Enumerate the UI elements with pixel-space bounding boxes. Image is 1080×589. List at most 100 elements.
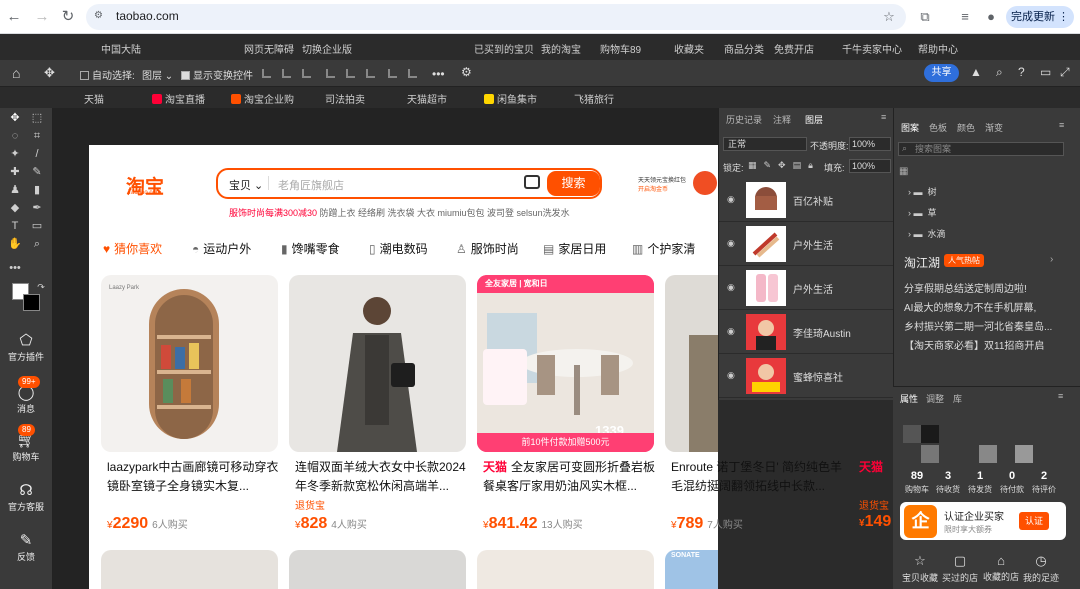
visibility-eye-icon[interactable]: ◉: [727, 238, 735, 249]
hand-tool-icon[interactable]: ✋: [6, 235, 24, 253]
stat-to-pay[interactable]: 0 待付款: [995, 470, 1029, 495]
share-button[interactable]: 共享: [924, 64, 959, 82]
visibility-eye-icon[interactable]: ◉: [727, 194, 735, 205]
favorites-link[interactable]: 收藏夹: [674, 41, 704, 56]
brush-tool-icon[interactable]: ✎: [28, 163, 46, 181]
folder-grass[interactable]: › ▬ 草: [908, 206, 937, 219]
product-image[interactable]: [477, 550, 654, 589]
pattern-search-input[interactable]: 搜索图案: [898, 142, 1064, 156]
cat-tab-fashion[interactable]: ♙ 服饰时尚: [456, 240, 519, 257]
tmall-link[interactable]: 天猫: [84, 91, 104, 106]
show-transform-toggle[interactable]: 显示变换控件: [181, 67, 253, 82]
tab-properties[interactable]: 属性: [900, 392, 918, 405]
enterprise-link[interactable]: 淘宝企业购: [231, 91, 294, 106]
pen-tool-icon[interactable]: ✒: [28, 199, 46, 217]
seller-center-link[interactable]: 千牛卖家中心: [842, 41, 902, 56]
more-tools-icon[interactable]: •••: [6, 259, 24, 277]
panel-menu-icon[interactable]: ≡: [1058, 391, 1063, 401]
live-link[interactable]: 淘宝直播: [152, 91, 205, 106]
visibility-eye-icon[interactable]: ◉: [727, 326, 735, 337]
distribute-h-icon[interactable]: [388, 69, 397, 78]
product-image[interactable]: [101, 550, 278, 589]
auction-link[interactable]: 司法拍卖: [325, 91, 365, 106]
switch-version-link[interactable]: 切换企业版: [302, 41, 352, 56]
more-options-icon[interactable]: •••: [432, 67, 445, 81]
blend-mode-select[interactable]: 正常: [723, 137, 807, 151]
site-settings-icon[interactable]: ⚙: [94, 10, 106, 22]
feedback-item[interactable]: ✎ 反馈: [2, 532, 50, 563]
swap-colors-icon[interactable]: ↷: [32, 278, 50, 296]
hot-words[interactable]: 防蹭上衣 经络刷 洗衣袋 大衣 miumiu包包 波司登 selsun洗发水: [320, 208, 570, 218]
plugins-item[interactable]: ⬠ 官方插件: [2, 332, 50, 363]
tab-color[interactable]: 颜色: [957, 121, 975, 134]
align-bottom-icon[interactable]: [366, 69, 375, 78]
cat-tab-sports[interactable]: ◓ 运动户外: [192, 240, 251, 257]
news-item[interactable]: 【淘天商家必看】双11招商开启: [904, 337, 1044, 352]
lasso-tool-icon[interactable]: ◌: [6, 127, 24, 145]
cart-item[interactable]: 🛒︎ 购物车: [2, 432, 50, 463]
product-title[interactable]: Enroute 诺丁堡冬日' 简约纯色羊毛混纺挺阔翻领拓线中长款...: [671, 458, 853, 496]
stat-to-review[interactable]: 2 待评价: [1027, 470, 1061, 495]
distribute-v-icon[interactable]: [408, 69, 417, 78]
cat-tab-snacks[interactable]: ▮ 馋嘴零食: [281, 240, 340, 257]
free-store-link[interactable]: 免费开店: [774, 41, 814, 56]
tab-layers[interactable]: 图层: [805, 113, 823, 126]
news-title[interactable]: 淘江湖: [904, 254, 940, 271]
product-image[interactable]: [289, 550, 466, 589]
lock-icons[interactable]: ▦✎✥▤🔒︎: [748, 160, 820, 171]
layer-row[interactable]: ◉ 户外生活: [719, 266, 894, 310]
panel-menu-icon[interactable]: ≡: [881, 112, 886, 122]
move-tool-icon[interactable]: ✥: [44, 65, 55, 81]
align-right-icon[interactable]: [302, 69, 311, 78]
product-image[interactable]: [289, 275, 466, 452]
tab-gradient[interactable]: 渐变: [985, 121, 1003, 134]
supermarket-link[interactable]: 天猫超市: [407, 91, 447, 106]
move-tool-icon[interactable]: ✥: [6, 109, 24, 127]
fav-stores-shortcut[interactable]: ⌂ 收藏的店: [981, 553, 1021, 583]
extensions-icon[interactable]: ⧉: [916, 8, 934, 26]
news-item[interactable]: 乡村振兴第二期一河北省秦皇岛...: [904, 318, 1052, 333]
align-top-icon[interactable]: [326, 69, 335, 78]
search-box[interactable]: [216, 168, 602, 199]
healing-brush-icon[interactable]: ✚: [6, 163, 24, 181]
product-image[interactable]: 全友家居 | 宽和日 1339 前10件付款加赠500元: [477, 275, 654, 452]
type-tool-icon[interactable]: T: [6, 217, 24, 235]
product-image[interactable]: SONATE: [665, 550, 718, 589]
camera-search-icon[interactable]: [524, 175, 540, 189]
product-image[interactable]: [665, 275, 718, 452]
eraser-icon[interactable]: ◆: [6, 199, 24, 217]
messages-item[interactable]: ◯ 消息: [2, 384, 50, 415]
promo-line-1[interactable]: 天天领元宝换红包: [638, 175, 686, 184]
forward-icon[interactable]: →: [32, 7, 52, 27]
news-item[interactable]: 分享假期总结送定制周边啦!: [904, 280, 1027, 295]
update-button[interactable]: 完成更新 ⋮: [1006, 6, 1074, 28]
hot-promo-link[interactable]: 服饰时尚每满300减30: [229, 208, 317, 218]
fullscreen-icon[interactable]: ⤢: [1060, 65, 1070, 80]
folder-tree[interactable]: › ▬ 树: [908, 185, 937, 198]
eyedropper-icon[interactable]: /: [28, 145, 46, 163]
bookmark-star-icon[interactable]: ☆: [880, 8, 898, 26]
layer-row[interactable]: ◉ 百亿补贴: [719, 178, 894, 222]
folder-water[interactable]: › ▬ 水滴: [908, 227, 946, 240]
tab-history[interactable]: 历史记录: [726, 113, 762, 126]
magic-wand-icon[interactable]: ✦: [6, 145, 24, 163]
enterprise-verify-button[interactable]: 认证: [1019, 512, 1049, 530]
auto-select-checkbox[interactable]: [80, 71, 89, 80]
news-more-icon[interactable]: ›: [1050, 254, 1053, 265]
pattern-preview-icon[interactable]: ▦: [899, 166, 908, 177]
settings-gear-icon[interactable]: ⚙: [461, 65, 472, 79]
fliggy-link[interactable]: 飞猪旅行: [574, 91, 614, 106]
clone-stamp-icon[interactable]: ♟: [6, 181, 24, 199]
crop-tool-icon[interactable]: ⌗: [28, 127, 46, 145]
cart-link[interactable]: 购物车89: [600, 41, 641, 56]
stat-to-receive[interactable]: 3 待收货: [931, 470, 965, 495]
accessibility-link[interactable]: 网页无障碍: [244, 41, 294, 56]
url-text[interactable]: taobao.com: [116, 9, 179, 23]
cat-tab-home[interactable]: ▤ 家居日用: [543, 240, 606, 257]
workspace-icon[interactable]: ▭: [1040, 65, 1051, 79]
profile-icon[interactable]: ●: [982, 8, 1000, 26]
region-link[interactable]: 中国大陆: [101, 41, 141, 56]
tab-adjustments[interactable]: 调整: [926, 392, 944, 405]
opacity-input[interactable]: 100%: [849, 137, 891, 151]
auto-select-toggle[interactable]: 自动选择:: [80, 67, 135, 82]
